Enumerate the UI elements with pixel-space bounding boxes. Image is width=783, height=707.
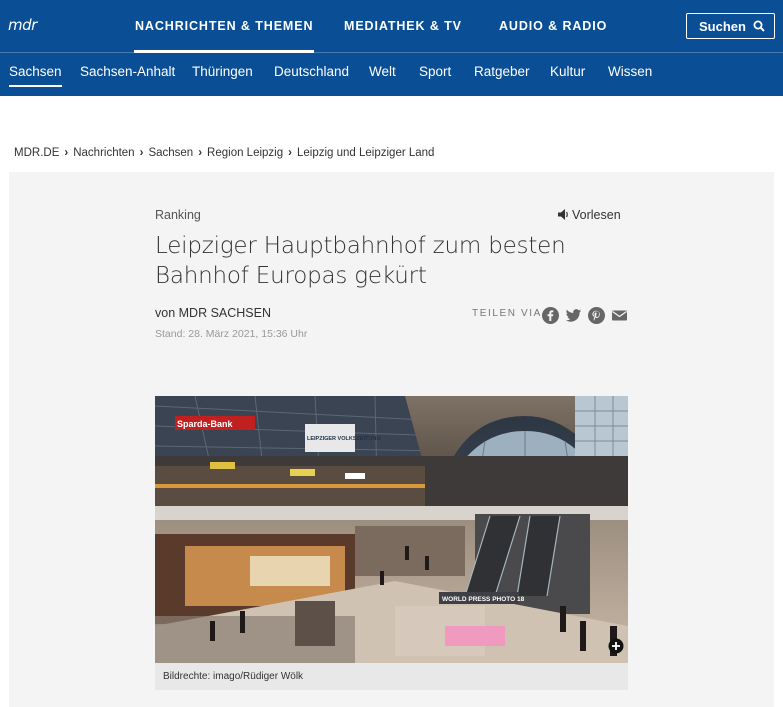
pinterest-icon[interactable] [588, 307, 605, 324]
article-author: von MDR SACHSEN [155, 306, 271, 320]
chevron-right-icon: › [139, 147, 144, 159]
article-headline: Leipziger Hauptbahnhof zum besten Bahnho… [155, 233, 566, 289]
photo-sign-lvz: LEIPZIGER VOLKSZEITUNG [307, 436, 381, 442]
subnav-welt[interactable]: Welt [369, 64, 396, 79]
chevron-right-icon: › [198, 147, 203, 159]
article-topic: Ranking [155, 208, 201, 222]
facebook-icon[interactable] [542, 307, 559, 324]
breadcrumb-item[interactable]: MDR.DE [14, 147, 59, 159]
mail-icon[interactable] [611, 307, 628, 324]
speaker-icon [558, 209, 568, 220]
subnav-deutschland[interactable]: Deutschland [274, 64, 349, 79]
breadcrumb-item[interactable]: Sachsen [148, 147, 193, 159]
subnav-sachsen-anhalt[interactable]: Sachsen-Anhalt [80, 64, 175, 79]
nav-divider [0, 52, 783, 53]
chevron-right-icon: › [64, 147, 69, 159]
vorlesen-label: Vorlesen [572, 208, 621, 222]
vorlesen-button[interactable]: Vorlesen [558, 208, 621, 222]
breadcrumb-item[interactable]: Leipzig und Leipziger Land [297, 147, 434, 159]
article-timestamp: Stand: 28. März 2021, 15:36 Uhr [155, 328, 308, 340]
article-figure: Sparda-Bank LEIPZIGER VOLKSZEITUNG WORLD… [155, 396, 628, 694]
image-caption: Bildrechte: imago/Rüdiger Wölk [155, 663, 628, 690]
twitter-icon[interactable] [565, 307, 582, 324]
search-button-label: Suchen [699, 19, 746, 34]
search-icon [753, 20, 765, 32]
nav-mediathek-tv[interactable]: MEDIATHEK & TV [344, 19, 462, 33]
breadcrumb-item[interactable]: Nachrichten [73, 147, 134, 159]
breadcrumb: MDR.DE › Nachrichten › Sachsen › Region Leipzi… [14, 147, 434, 159]
mdr-logo[interactable]: mdr [8, 16, 37, 36]
subnav-wissen[interactable]: Wissen [608, 64, 652, 79]
station-photo-illustration: Sparda-Bank LEIPZIGER VOLKSZEITUNG WORLD… [155, 396, 628, 663]
search-button[interactable]: Suchen [686, 13, 775, 39]
zoom-plus-icon[interactable] [608, 638, 624, 654]
subnav-kultur[interactable]: Kultur [550, 64, 585, 79]
top-header: mdr NACHRICHTEN & THEMEN MEDIATHEK & TV … [0, 0, 783, 96]
nav-nachrichten-themen[interactable]: NACHRICHTEN & THEMEN [133, 19, 315, 53]
subnav-sport[interactable]: Sport [419, 64, 451, 79]
nav-audio-radio[interactable]: AUDIO & RADIO [499, 19, 607, 33]
chevron-right-icon: › [288, 147, 292, 159]
article-photo[interactable]: Sparda-Bank LEIPZIGER VOLKSZEITUNG WORLD… [155, 396, 628, 663]
breadcrumb-item[interactable]: Region Leipzig [207, 147, 283, 159]
image-caption-text: Bildrechte: imago/Rüdiger Wölk [163, 671, 304, 682]
subnav-thueringen[interactable]: Thüringen [192, 64, 253, 79]
photo-sign-wpp: WORLD PRESS PHOTO 18 [442, 596, 525, 603]
share-label: TEILEN VIA [472, 308, 542, 319]
subnav-ratgeber[interactable]: Ratgeber [474, 64, 530, 79]
photo-sign-sparda: Sparda-Bank [177, 419, 234, 429]
subnav-sachsen[interactable]: Sachsen [9, 64, 62, 87]
